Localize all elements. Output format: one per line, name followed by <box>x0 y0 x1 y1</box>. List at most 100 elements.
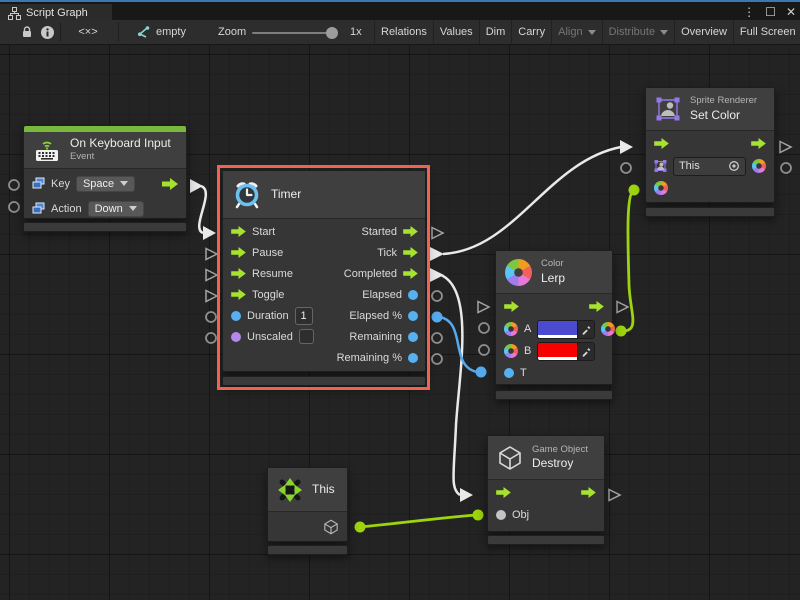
chevron-down-icon <box>129 206 137 211</box>
port-timer-elapsed-ext[interactable] <box>432 291 442 301</box>
color-out-port[interactable] <box>752 159 766 173</box>
flow-in-port[interactable] <box>496 487 511 498</box>
float-port-icon[interactable] <box>504 368 514 378</box>
chevron-down-icon <box>588 30 596 35</box>
lock-button[interactable] <box>20 20 34 44</box>
tab-title: Script Graph <box>26 7 88 19</box>
timer-remaining-pct-port[interactable]: Remaining % <box>300 347 418 368</box>
port-setcolor-targetout-ext[interactable] <box>781 163 791 173</box>
color-port-icon[interactable] <box>504 344 518 358</box>
carry-button[interactable]: Carry <box>511 20 551 44</box>
node-footer <box>495 390 613 400</box>
port-setcolor-flowin-ext[interactable] <box>620 140 633 154</box>
node-footer <box>222 376 426 386</box>
overview-button[interactable]: Overview <box>674 20 733 44</box>
flow-in-port[interactable] <box>504 301 519 312</box>
port-setcolor-flowout-ext[interactable] <box>780 142 791 153</box>
maximize-icon[interactable]: ☐ <box>765 4 776 20</box>
gameobject-port-icon[interactable] <box>323 519 339 535</box>
sprite-port-icon[interactable] <box>654 159 667 173</box>
port-destroy-flowout-ext[interactable] <box>609 490 620 501</box>
port-lerp-b-ext[interactable] <box>479 345 489 355</box>
object-picker-icon[interactable] <box>728 160 740 172</box>
node-on-keyboard-input[interactable]: On Keyboard Input Event Key Space <box>23 125 187 219</box>
color-port-icon[interactable] <box>504 322 518 336</box>
port-lerp-flowout-ext[interactable] <box>617 302 628 313</box>
timer-remaining-port[interactable]: Remaining <box>300 326 418 347</box>
port-lerp-colorout-ext[interactable] <box>616 326 627 337</box>
flow-arrow-icon <box>403 226 418 237</box>
port-timer-start-ext[interactable] <box>203 226 216 240</box>
node-set-color[interactable]: Sprite Renderer Set Color This <box>645 87 775 203</box>
port-keyboard-action-ext[interactable] <box>9 202 19 212</box>
port-this-out-ext[interactable] <box>355 522 366 533</box>
target-object-field[interactable]: This <box>673 157 746 176</box>
port-setcolor-target-ext[interactable] <box>621 163 631 173</box>
flow-out-port[interactable] <box>581 487 596 498</box>
timer-started-port[interactable]: Started <box>300 221 418 242</box>
port-lerp-a-ext[interactable] <box>479 323 489 333</box>
eyedropper-icon[interactable] <box>577 321 594 338</box>
color-in-port[interactable] <box>654 181 668 195</box>
flow-in-port[interactable] <box>654 138 669 149</box>
close-icon[interactable]: ✕ <box>786 4 796 20</box>
port-keyboard-key-ext[interactable] <box>9 180 19 190</box>
port-keyboard-trigger-out[interactable] <box>190 179 203 193</box>
timer-completed-port[interactable]: Completed <box>300 263 418 284</box>
color-b-field[interactable] <box>537 342 595 361</box>
zoom-slider-knob[interactable] <box>326 27 338 39</box>
lerp-flow-row <box>496 294 612 318</box>
zoom-label: Zoom <box>218 26 246 38</box>
lock-icon <box>20 25 34 39</box>
inspect-toggle-button[interactable]: <×> <box>66 20 110 44</box>
wire-keyboard-to-timer-start <box>199 186 206 233</box>
port-timer-remainingpct-ext[interactable] <box>432 354 442 364</box>
port-setcolor-color-ext[interactable] <box>629 185 640 196</box>
eyedropper-icon[interactable] <box>577 343 594 360</box>
flow-arrow-icon <box>231 268 246 279</box>
key-dropdown[interactable]: Space <box>76 176 135 192</box>
graph-canvas[interactable]: On Keyboard Input Event Key Space <box>0 45 800 600</box>
port-timer-resume-ext[interactable] <box>206 270 217 281</box>
flow-out-port[interactable] <box>751 138 766 149</box>
timer-tick-port[interactable]: Tick <box>300 242 418 263</box>
port-timer-remaining-ext[interactable] <box>432 333 442 343</box>
trigger-out-port[interactable] <box>162 178 178 190</box>
color-a-field[interactable] <box>537 320 595 339</box>
fullscreen-button[interactable]: Full Screen <box>733 20 800 44</box>
port-lerp-flowin-ext[interactable] <box>478 302 489 313</box>
port-destroy-obj-ext[interactable] <box>473 510 484 521</box>
dim-button[interactable]: Dim <box>479 20 512 44</box>
port-timer-pause-ext[interactable] <box>206 249 217 260</box>
zoom-slider[interactable] <box>252 32 336 34</box>
setcolor-target-row: This <box>646 155 774 177</box>
unity-script-graph-window: Script Graph ⋮ ☐ ✕ <×> <box>0 0 800 600</box>
port-lerp-t-ext[interactable] <box>476 367 487 378</box>
node-timer[interactable]: Timer Start Pause Resume <box>222 170 426 372</box>
relations-button[interactable]: Relations <box>374 20 433 44</box>
port-timer-tick-ext[interactable] <box>430 247 444 261</box>
port-timer-elapsedpct-ext[interactable] <box>432 312 443 323</box>
port-timer-toggle-ext[interactable] <box>206 291 217 302</box>
float-port-icon <box>408 332 418 342</box>
node-this[interactable]: This <box>267 467 348 542</box>
port-timer-started-ext[interactable] <box>432 228 443 239</box>
node-destroy[interactable]: Game Object Destroy Obj <box>487 435 605 532</box>
object-port-icon[interactable] <box>496 510 506 520</box>
node-color-lerp[interactable]: Color Lerp A B <box>495 250 613 385</box>
window-menu-icon[interactable]: ⋮ <box>743 4 755 20</box>
timer-elapsed-pct-port[interactable]: Elapsed % <box>300 305 418 326</box>
port-destroy-flowin-ext[interactable] <box>460 488 473 502</box>
distribute-dropdown[interactable]: Distribute <box>602 20 674 44</box>
port-timer-unscaled-ext[interactable] <box>206 333 216 343</box>
timer-elapsed-port[interactable]: Elapsed <box>300 284 418 305</box>
values-button[interactable]: Values <box>433 20 479 44</box>
action-dropdown[interactable]: Down <box>88 201 144 217</box>
port-timer-duration-ext[interactable] <box>206 312 216 322</box>
flow-out-port[interactable] <box>589 301 604 312</box>
align-dropdown[interactable]: Align <box>551 20 601 44</box>
setcolor-color-row <box>646 177 774 199</box>
info-button[interactable] <box>40 20 55 44</box>
graph-reference[interactable]: empty <box>136 20 186 44</box>
port-timer-completed-ext[interactable] <box>430 268 444 282</box>
